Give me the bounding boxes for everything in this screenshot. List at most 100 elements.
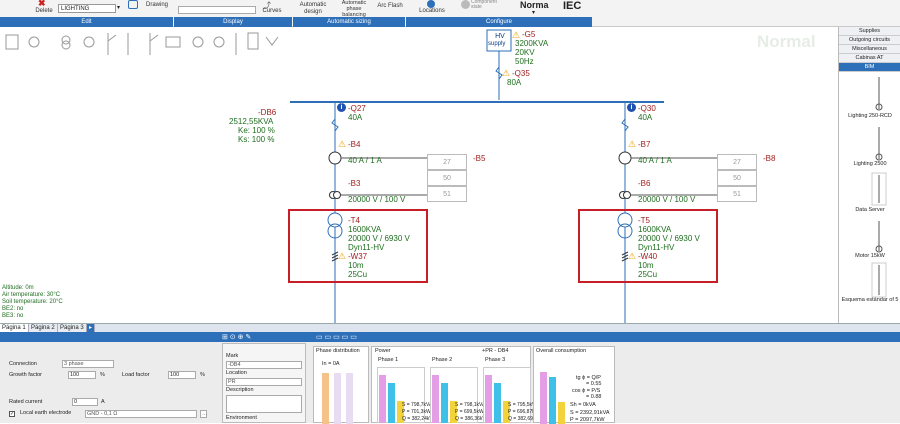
chevron-down-icon[interactable]: ▾ [532, 9, 535, 16]
group-configure: Configure [406, 17, 592, 27]
meter-box-cell: 27 [427, 154, 467, 170]
group-edit: Edit [0, 17, 173, 27]
phase-bar [441, 383, 448, 423]
drawing-icon [128, 0, 138, 9]
curves-button[interactable]: Curves [258, 8, 286, 15]
power-title: Power [375, 348, 391, 354]
overall-value: = 0.55 [586, 381, 602, 387]
mark-label: Mark [226, 353, 239, 359]
phase2-title: Phase 2 [432, 357, 453, 363]
ct-ratio: 40 A / 1 A [348, 156, 382, 165]
hv-supply-label: supply [488, 41, 506, 47]
q-id: -Q27 [348, 104, 366, 113]
phase1-title: Phase 1 [378, 357, 399, 363]
tab-bim[interactable]: BIM [839, 63, 900, 72]
library-item[interactable]: Esquema estándar of 5 [840, 297, 900, 303]
q-id: -Q30 [638, 104, 656, 113]
db6-power: 2512,55KVA [229, 117, 274, 126]
connection-select[interactable]: 3 phase [62, 360, 114, 368]
meter-id: -B5 [473, 154, 486, 163]
overall-bar [558, 402, 565, 424]
meter-box-cell: 50 [717, 170, 757, 186]
meter-box-cell: 51 [427, 186, 467, 202]
library-item[interactable]: Data Server [840, 207, 900, 213]
symbol-palette [5, 32, 279, 55]
ct-ratio: 40 A / 1 A [638, 156, 672, 165]
auto-design-button[interactable]: Automatic design [295, 2, 331, 16]
toolbar-icon[interactable]: ▭ ▭ ▭ ▭ ▭ [316, 333, 357, 341]
highlight-box [578, 209, 718, 283]
pr-db4-title: +PR - DB4 [482, 348, 509, 354]
earth-electrode-select[interactable]: GND - 0,1 Ω [85, 410, 197, 418]
library-item[interactable]: Lighting 250-RCD [840, 113, 900, 119]
delete-button[interactable]: Delete [33, 8, 55, 15]
growth-factor-input[interactable]: 100 [68, 371, 96, 379]
library-panel: Supplies Outgoing circuits Miscellaneous… [838, 27, 900, 323]
overall-consumption-panel: Overall consumption tg ϕ = Q/P = 0.55 co… [533, 346, 615, 424]
phase-bar [346, 373, 353, 424]
overall-value: = 0.88 [586, 394, 602, 400]
growth-pct: % [100, 372, 105, 378]
toolbar-icon[interactable]: ⊞ ⊙ ⊕ ✎ [222, 333, 251, 341]
description-input[interactable] [226, 395, 302, 413]
growth-factor-label: Growth factor [9, 372, 43, 378]
environment-label: Environment [226, 415, 257, 421]
properties-toolbar: ⊞ ⊙ ⊕ ✎ ▭ ▭ ▭ ▭ ▭ [0, 332, 900, 342]
library-symbols [871, 77, 887, 298]
phase-value: S = 798,7kVA [402, 402, 433, 408]
vt-ratio: 20000 V / 100 V [348, 195, 406, 204]
overall-value: S = 2392,91kVA [570, 410, 610, 416]
phase-value: P = 701,3kW [402, 409, 431, 415]
rated-current-input[interactable]: 0 [72, 398, 98, 406]
mark-panel: Mark -DB4 Location PR Description Enviro… [222, 343, 306, 423]
warning-icon: ⚠ [628, 139, 637, 149]
library-item[interactable]: Motor 15kW [840, 253, 900, 259]
location-icon [427, 0, 435, 8]
chevron-down-icon[interactable]: ▾ [117, 4, 120, 11]
component-state-icon [461, 0, 470, 9]
load-factor-label: Load factor [122, 372, 150, 378]
arc-flash-button[interactable]: Arc Flash [375, 3, 405, 10]
view-mode-watermark: Normal [757, 32, 816, 51]
ribbon-toolbar: ✖ Delete LIGHTING ▾ Drawing ⤴ Curves Aut… [0, 0, 900, 27]
vt-id: -B6 [638, 179, 651, 188]
earth-more-button[interactable]: … [200, 410, 208, 418]
tab-supplies[interactable]: Supplies [839, 27, 900, 36]
db6-ks: Ks: 100 % [238, 135, 275, 144]
current-transformer-symbol [618, 151, 632, 165]
checkbox[interactable]: ✓ [9, 411, 15, 417]
current-transformer-symbol [328, 151, 342, 165]
properties-panel: ⊞ ⊙ ⊕ ✎ ▭ ▭ ▭ ▭ ▭ Connection 3 phase Gro… [0, 332, 900, 424]
meter-id: -B8 [763, 154, 776, 163]
phase-bar [379, 375, 386, 423]
drawing-button[interactable]: Drawing [143, 2, 171, 9]
g5-power: 3200KVA [515, 39, 549, 48]
auto-phase-button[interactable]: Automatic phase balancing [334, 0, 374, 18]
phase-bar [322, 373, 329, 424]
mark-input[interactable]: -DB4 [226, 361, 302, 369]
display-field[interactable] [178, 6, 256, 14]
tab-miscellaneous[interactable]: Miscellaneous [839, 45, 900, 54]
g5-voltage: 20KV [515, 48, 535, 57]
location-input[interactable]: PR [226, 378, 302, 386]
overall-bar [549, 377, 556, 424]
info-icon[interactable]: i [627, 103, 636, 112]
tab-outgoing-circuits[interactable]: Outgoing circuits [839, 36, 900, 45]
tab-cabinas-at[interactable]: Cabinas AT [839, 54, 900, 63]
library-item[interactable]: Lighting 2500 [840, 161, 900, 167]
load-factor-input[interactable]: 100 [168, 371, 196, 379]
component-state-button[interactable]: Component state [471, 0, 497, 10]
overall-value: Sh = 0kVA [570, 402, 596, 408]
q35-id: -Q35 [512, 69, 530, 78]
phase3-title: Phase 3 [485, 357, 506, 363]
info-icon[interactable]: i [337, 103, 346, 112]
locations-button[interactable]: Locations [417, 8, 447, 15]
ct-id: -B7 [638, 140, 651, 149]
iec-label: IEC [563, 0, 582, 12]
search-combo[interactable]: LIGHTING [58, 4, 116, 13]
schematic-canvas[interactable]: Normal HV supply ⚠ -G5 3200KVA 20KV 50Hz… [0, 27, 838, 323]
g5-id: -G5 [522, 30, 536, 39]
ct-id: -B4 [348, 140, 361, 149]
description-label: Description [226, 387, 254, 393]
phase-bar [388, 383, 395, 423]
